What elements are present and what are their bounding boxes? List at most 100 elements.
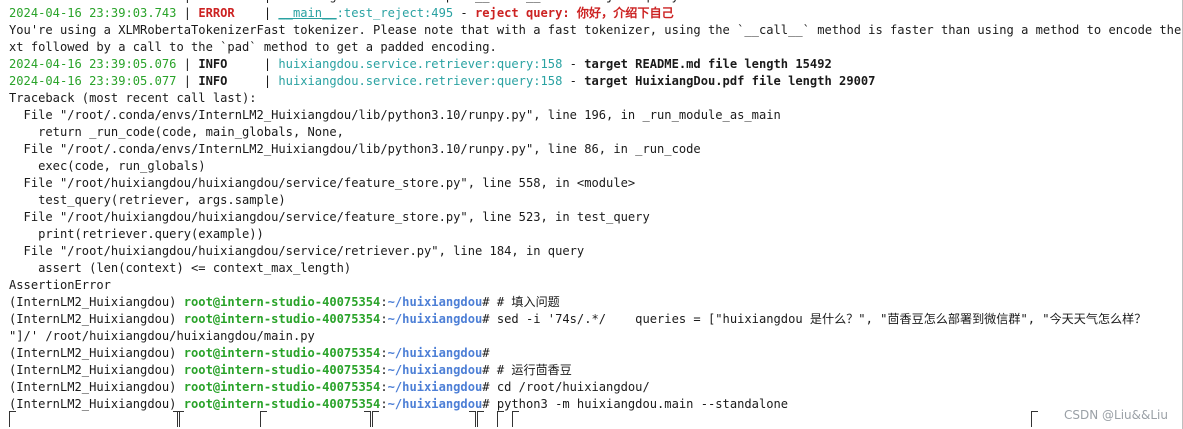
terminal-line: assert (len(context) <= context_max_leng… [9,260,1175,277]
prompt-symbol: # [482,295,497,309]
log-level: INFO [198,57,228,71]
terminal-line: File "/root/.conda/envs/InternLM2_Huixia… [9,107,1175,124]
command-text: cd /root/huixiangdou/ [496,380,650,394]
terminal-line: return _run_code(code, main_globals, Non… [9,124,1175,141]
output-text: File "/root/.conda/envs/InternLM2_Huixia… [9,142,701,156]
output-text: return _run_code(code, main_globals, Non… [9,125,344,139]
bottom-bracket-marks [0,409,1182,429]
conda-env: (InternLM2_Huixiangdou) [9,363,184,377]
output-text: File "/root/huixiangdou/huixiangdou/serv… [9,176,636,190]
prompt-user-host: root@intern-studio-40075354 [183,312,381,326]
terminal-line: (InternLM2_Huixiangdou) root@intern-stud… [9,379,1175,396]
terminal-line: 2024-04-16 23:39:05.077 | INFO | huixian… [9,73,1175,90]
terminal-line: Traceback (most recent call last): [9,90,1175,107]
output-text: AssertionError [9,278,111,292]
bracket-mark [177,411,184,427]
terminal-line: (InternLM2_Huixiangdou) root@intern-stud… [9,294,1175,311]
output-text: File "/root/huixiangdou/huixiangdou/serv… [9,210,650,224]
log-separator: | [176,74,199,88]
prompt-path: ~/huixiangdou [387,295,483,309]
output-text: 2024-04-16 23:39:03.743 | INFO | huixian… [9,0,679,3]
log-separator: | [227,57,279,71]
terminal-line: You're using a XLMRobertaTokenizerFast t… [9,22,1181,39]
log-timestamp: 2024-04-16 23:39:05.077 [9,74,177,88]
prompt-colon: : [380,346,388,360]
prompt-user-host: root@intern-studio-40075354 [183,346,381,360]
conda-env: (InternLM2_Huixiangdou) [9,312,184,326]
terminal-line: 2024-04-16 23:39:05.076 | INFO | huixian… [9,56,1175,73]
log-timestamp: 2024-04-16 23:39:03.743 [9,6,177,20]
terminal-line: test_query(retriever, args.sample) [9,192,1175,209]
terminal-line: File "/root/huixiangdou/huixiangdou/serv… [9,175,1175,192]
output-text: File "/root/.conda/envs/InternLM2_Huixia… [9,108,781,122]
terminal-line: "]/' /root/huixiangdou/huixiangdou/main.… [9,328,1175,345]
output-text: File "/root/huixiangdou/huixiangdou/serv… [9,244,585,258]
terminal-line: File "/root/huixiangdou/huixiangdou/serv… [9,209,1175,226]
prompt-user-host: root@intern-studio-40075354 [183,363,381,377]
terminal-window[interactable]: 2024-04-16 23:39:03.743 | INFO | huixian… [0,0,1183,429]
prompt-colon: : [380,380,388,394]
log-module: huixiangdou.service.retriever:query:158 [278,57,563,71]
terminal-line: xt followed by a call to the `pad` metho… [9,39,1175,56]
terminal-line: print(retriever.query(example)) [9,226,1175,243]
bracket-mark [477,411,484,427]
log-dash: - [562,74,585,88]
prompt-path: ~/huixiangdou [387,380,483,394]
terminal-line: File "/root/.conda/envs/InternLM2_Huixia… [9,141,1175,158]
output-text: print(retriever.query(example)) [9,227,264,241]
conda-env: (InternLM2_Huixiangdou) [9,295,184,309]
log-location: :test_reject:495 [336,6,454,20]
watermark: CSDN @Liu&&Liu [1064,408,1168,422]
output-text: Traceback (most recent call last): [9,91,257,105]
output-text: "]/' /root/huixiangdou/huixiangdou/main.… [9,329,315,343]
command-text: sed -i '74s/.*/ queries = ["huixiangdou … [496,312,1147,326]
command-text: # 填入问题 [496,295,560,309]
bracket-mark [512,411,519,427]
prompt-symbol: # [482,346,497,360]
output-text: exec(code, run_globals) [9,159,206,173]
prompt-symbol: # [482,363,497,377]
output-text: test_query(retriever, args.sample) [9,193,286,207]
prompt-path: ~/huixiangdou [387,312,483,326]
terminal-line: 2024-04-16 23:39:03.743 | ERROR | __main… [9,5,1175,22]
log-separator: | [227,74,279,88]
bracket-mark [260,411,267,427]
log-separator: | [176,6,199,20]
terminal-line: AssertionError [9,277,1175,294]
output-text: xt followed by a call to the `pad` metho… [9,40,497,54]
prompt-path: ~/huixiangdou [387,346,483,360]
log-message: reject query: 你好，介绍下自己 [475,6,674,20]
prompt-symbol: # [482,380,497,394]
log-dash: - [562,57,585,71]
conda-env: (InternLM2_Huixiangdou) [9,346,184,360]
log-timestamp: 2024-04-16 23:39:05.076 [9,57,177,71]
log-separator: | [176,57,199,71]
terminal-line: exec(code, run_globals) [9,158,1175,175]
terminal-line: File "/root/huixiangdou/huixiangdou/serv… [9,243,1175,260]
bracket-mark [1031,411,1038,427]
prompt-colon: : [380,295,388,309]
terminal-line: (InternLM2_Huixiangdou) root@intern-stud… [9,362,1175,379]
prompt-user-host: root@intern-studio-40075354 [183,380,381,394]
prompt-user-host: root@intern-studio-40075354 [183,295,381,309]
log-separator: | [234,6,279,20]
output-text: You're using a XLMRobertaTokenizerFast t… [9,23,1183,37]
bracket-mark [364,411,371,427]
terminal-output: 2024-04-16 23:39:03.743 | INFO | huixian… [9,0,1181,413]
log-level: ERROR [198,6,235,20]
log-module: huixiangdou.service.retriever:query:158 [278,74,563,88]
log-level: INFO [198,74,228,88]
log-message: target README.md file length 15492 [584,57,832,71]
prompt-colon: : [380,312,388,326]
prompt-path: ~/huixiangdou [387,363,483,377]
log-message: target HuixiangDou.pdf file length 29007 [584,74,876,88]
command-text: # 运行茴香豆 [496,363,572,377]
prompt-colon: : [380,363,388,377]
bracket-mark [469,411,476,427]
terminal-line: (InternLM2_Huixiangdou) root@intern-stud… [9,311,1175,328]
bracket-mark [9,411,16,427]
log-module: __main__ [278,6,337,20]
terminal-line: (InternLM2_Huixiangdou) root@intern-stud… [9,345,1175,362]
bracket-mark [497,411,504,427]
prompt-symbol: # [482,312,497,326]
